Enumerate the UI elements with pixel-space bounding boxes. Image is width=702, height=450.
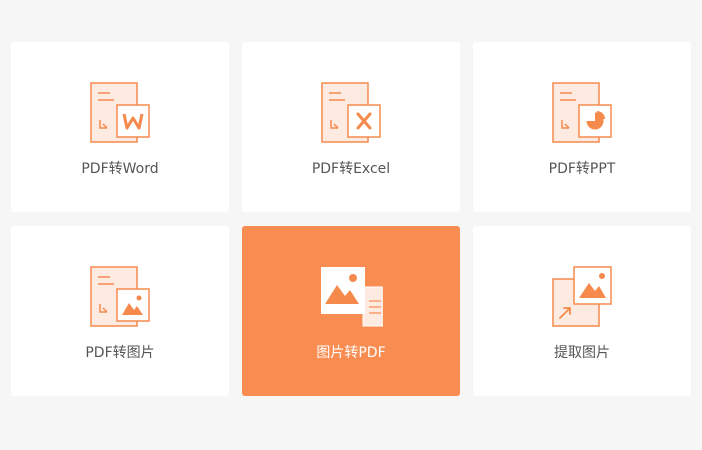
tool-card-image-to-pdf[interactable]: 图片转PDF (242, 226, 460, 396)
tool-card-extract-image[interactable]: 提取图片 (473, 226, 691, 396)
tool-card-label: PDF转Excel (311, 161, 391, 177)
tool-card-label: 提取图片 (554, 345, 610, 361)
tool-card-pdf-to-ppt[interactable]: PDF转PPT (473, 42, 691, 212)
tool-card-label: PDF转PPT (548, 161, 616, 177)
tool-card-label: PDF转Word (81, 161, 159, 177)
pdf-to-image-icon (90, 266, 150, 327)
tool-card-label: 图片转PDF (316, 345, 386, 361)
tool-card-pdf-to-word[interactable]: PDF转Word (11, 42, 229, 212)
pdf-to-word-icon (90, 82, 150, 143)
tool-grid: PDF转Word PDF转Excel PDF转PPT PDF转图片 图片转PDF… (0, 0, 702, 450)
extract-image-icon (552, 266, 612, 327)
pdf-to-excel-icon (321, 82, 381, 143)
tool-card-pdf-to-image[interactable]: PDF转图片 (11, 226, 229, 396)
image-to-pdf-icon (321, 267, 383, 327)
pdf-to-ppt-icon (552, 82, 612, 143)
tool-card-pdf-to-excel[interactable]: PDF转Excel (242, 42, 460, 212)
tool-card-label: PDF转图片 (85, 345, 155, 361)
